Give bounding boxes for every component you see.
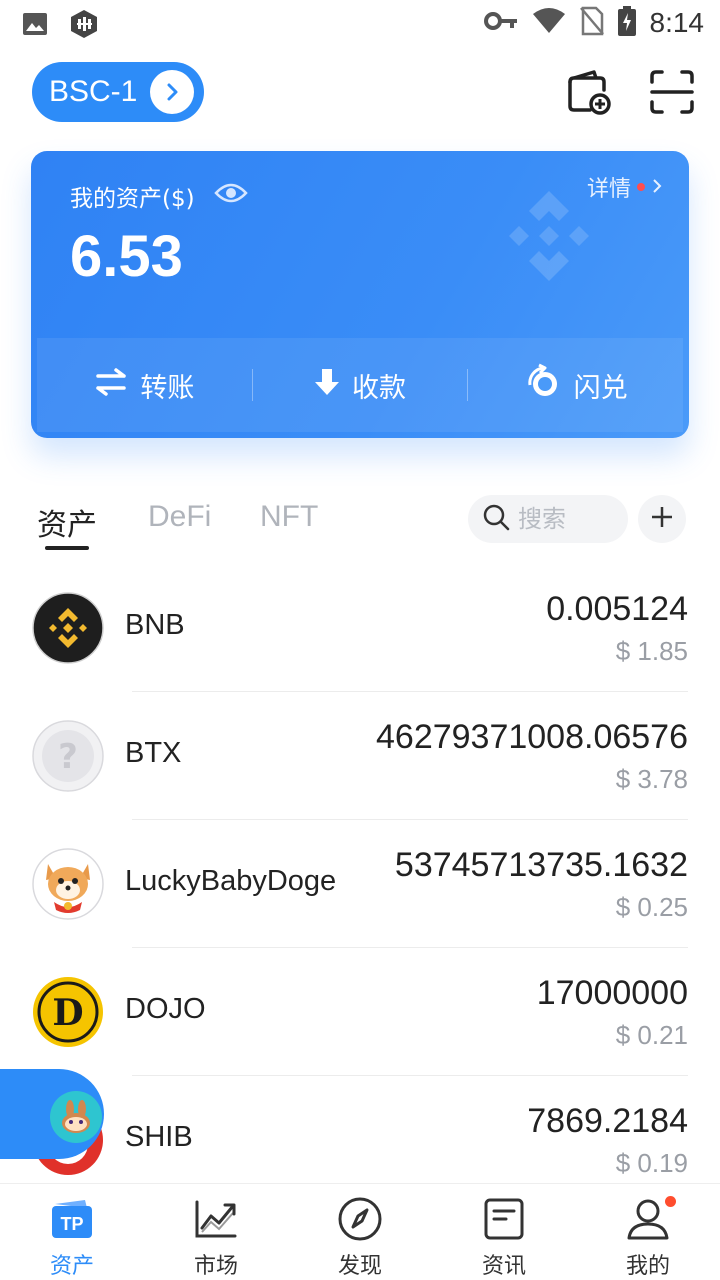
token-row-dojo[interactable]: D DOJO 17000000 $ 0.21 bbox=[0, 948, 720, 1076]
swap-icon bbox=[524, 363, 562, 408]
token-name: DOJO bbox=[125, 993, 206, 1025]
no-sim-icon bbox=[579, 6, 604, 40]
token-row-bnb[interactable]: BNB 0.005124 $ 1.85 bbox=[0, 564, 720, 692]
swap-button[interactable]: 闪兑 bbox=[468, 363, 683, 408]
profile-icon bbox=[625, 1196, 671, 1246]
receive-button[interactable]: 收款 bbox=[253, 366, 468, 405]
active-tab-indicator bbox=[45, 546, 89, 550]
nav-discover[interactable]: 发现 bbox=[288, 1184, 432, 1280]
search-input[interactable] bbox=[518, 505, 618, 533]
wifi-icon bbox=[532, 8, 566, 38]
chevron-right-icon bbox=[651, 175, 663, 200]
notification-dot bbox=[637, 183, 645, 191]
swap-label: 闪兑 bbox=[573, 372, 628, 404]
token-value: $ 0.19 bbox=[615, 1148, 688, 1178]
receive-icon bbox=[314, 367, 340, 404]
token-row-luckybabydoge[interactable]: LuckyBabyDoge 53745713735.1632 $ 0.25 bbox=[0, 820, 720, 948]
asset-card: 我的资产($) 6.53 详情 转账 收款 闪兑 bbox=[31, 151, 689, 438]
network-selector-button[interactable]: BSC-1 bbox=[32, 62, 204, 122]
nav-profile[interactable]: 我的 bbox=[576, 1184, 720, 1280]
chevron-right-icon bbox=[150, 70, 194, 114]
token-name: BNB bbox=[125, 609, 185, 641]
nav-label: 发现 bbox=[337, 1254, 382, 1279]
token-balance: 53745713735.1632 bbox=[394, 846, 688, 884]
bnb-watermark-icon bbox=[484, 181, 614, 315]
notification-dot bbox=[665, 1196, 676, 1207]
token-name: SHIB bbox=[125, 1121, 193, 1153]
add-wallet-icon[interactable] bbox=[564, 68, 612, 116]
image-icon bbox=[22, 11, 48, 41]
token-value: $ 1.85 bbox=[615, 636, 688, 666]
compass-icon bbox=[337, 1196, 383, 1246]
bnb-icon bbox=[32, 592, 104, 664]
news-icon bbox=[481, 1196, 527, 1246]
nav-label: 我的 bbox=[625, 1254, 670, 1279]
transfer-button[interactable]: 转账 bbox=[37, 366, 252, 405]
token-name: BTX bbox=[125, 737, 182, 769]
token-value: $ 0.25 bbox=[615, 892, 688, 922]
market-chart-icon bbox=[193, 1196, 239, 1246]
doge-icon bbox=[32, 848, 104, 920]
unknown-token-icon: ? bbox=[32, 720, 104, 792]
nav-assets[interactable]: TP 资产 bbox=[0, 1184, 144, 1280]
token-value: $ 3.78 bbox=[615, 764, 688, 794]
svg-text:D: D bbox=[52, 992, 83, 1034]
svg-text:TP: TP bbox=[60, 1214, 83, 1234]
svg-text:?: ? bbox=[58, 737, 78, 777]
token-name: LuckyBabyDoge bbox=[125, 865, 337, 897]
bottom-nav: TP 资产 市场 发现 资讯 我的 bbox=[0, 1183, 720, 1280]
add-token-button[interactable] bbox=[638, 495, 686, 543]
nav-market[interactable]: 市场 bbox=[144, 1184, 288, 1280]
card-actions: 转账 收款 闪兑 bbox=[37, 338, 683, 432]
clock: 8:14 bbox=[649, 7, 705, 38]
receive-label: 收款 bbox=[352, 372, 406, 404]
status-bar: 8:14 bbox=[0, 0, 720, 48]
nav-label: 资讯 bbox=[481, 1254, 526, 1279]
nav-news[interactable]: 资讯 bbox=[432, 1184, 576, 1280]
dojo-icon: D bbox=[32, 976, 104, 1048]
app-notification-icon bbox=[70, 9, 98, 43]
search-icon bbox=[482, 503, 510, 535]
plus-icon bbox=[650, 505, 674, 533]
total-assets-label: 我的资产($) bbox=[70, 186, 195, 212]
token-balance: 7869.2184 bbox=[527, 1102, 688, 1140]
floating-dapp-button[interactable] bbox=[0, 1069, 104, 1159]
token-balance: 0.005124 bbox=[546, 590, 688, 628]
battery-charging-icon bbox=[617, 6, 636, 40]
tab-nft[interactable]: NFT bbox=[260, 500, 318, 534]
eye-icon[interactable] bbox=[214, 181, 248, 209]
network-label: BSC-1 bbox=[49, 75, 138, 108]
tab-defi[interactable]: DeFi bbox=[148, 500, 211, 534]
token-value: $ 0.21 bbox=[615, 1020, 688, 1050]
tab-assets[interactable]: 资产 bbox=[37, 500, 97, 544]
tp-wallet-icon: TP bbox=[49, 1196, 95, 1246]
pancake-bunny-icon bbox=[50, 1091, 102, 1143]
token-balance: 46279371008.06576 bbox=[376, 718, 688, 756]
scan-icon[interactable] bbox=[648, 68, 696, 116]
token-row-btx[interactable]: ? BTX 46279371008.06576 $ 3.78 bbox=[0, 692, 720, 820]
vpn-key-icon bbox=[483, 11, 518, 35]
transfer-icon bbox=[94, 367, 128, 403]
total-assets-amount: 6.53 bbox=[70, 224, 183, 289]
nav-label: 市场 bbox=[193, 1254, 238, 1279]
nav-label: 资产 bbox=[49, 1254, 94, 1279]
token-balance: 17000000 bbox=[536, 974, 688, 1012]
search-box[interactable] bbox=[468, 495, 628, 543]
transfer-label: 转账 bbox=[140, 372, 195, 404]
